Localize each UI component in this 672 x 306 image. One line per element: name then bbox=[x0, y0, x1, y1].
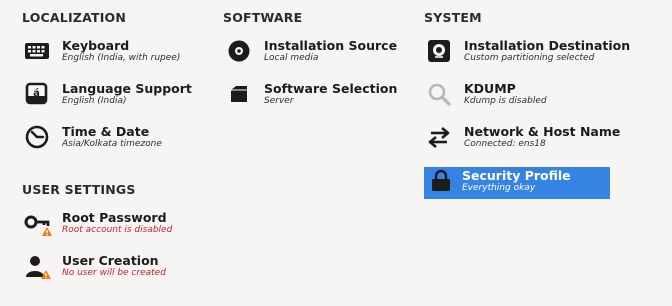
spoke-time-date[interactable]: Time & Date Asia/Kolkata timezone bbox=[24, 124, 204, 156]
key-warning-icon bbox=[24, 210, 52, 238]
spoke-label: KDUMP bbox=[464, 81, 516, 96]
spoke-status: Everything okay bbox=[462, 183, 536, 193]
spoke-status: Server bbox=[264, 96, 294, 106]
spoke-status: Local media bbox=[264, 53, 319, 63]
lock-icon bbox=[428, 168, 456, 196]
spoke-status: English (India) bbox=[62, 96, 127, 106]
spoke-security-profile[interactable]: Security Profile Everything okay bbox=[424, 167, 610, 199]
spoke-status: No user will be created bbox=[62, 268, 166, 278]
spoke-installation-destination[interactable]: Installation Destination Custom partitio… bbox=[426, 38, 630, 70]
section-software: SOFTWARE bbox=[223, 10, 303, 25]
spoke-status: Asia/Kolkata timezone bbox=[62, 139, 162, 149]
spoke-root-password[interactable]: Root Password Root account is disabled bbox=[24, 210, 214, 242]
spoke-software-selection[interactable]: Software Selection Server bbox=[226, 81, 406, 113]
network-arrows-icon bbox=[426, 124, 454, 152]
spoke-language-support[interactable]: á Language Support English (India) bbox=[24, 81, 204, 113]
drive-icon bbox=[426, 38, 454, 66]
magnifier-icon bbox=[426, 81, 454, 109]
spoke-kdump[interactable]: KDUMP Kdump is disabled bbox=[426, 81, 616, 113]
spoke-keyboard[interactable]: Keyboard English (India, with rupee) bbox=[24, 38, 204, 70]
section-system: SYSTEM bbox=[424, 10, 482, 25]
section-user-settings: USER SETTINGS bbox=[22, 182, 136, 197]
spoke-label: Language Support bbox=[62, 81, 192, 96]
spoke-label: Software Selection bbox=[264, 81, 398, 96]
spoke-label: Time & Date bbox=[62, 124, 150, 139]
user-warning-icon bbox=[24, 253, 52, 281]
spoke-label: Root Password bbox=[62, 210, 167, 225]
spoke-label: Installation Source bbox=[264, 38, 398, 53]
svg-text:á: á bbox=[33, 87, 40, 99]
disc-icon bbox=[226, 38, 254, 66]
section-localization: LOCALIZATION bbox=[22, 10, 127, 25]
spoke-status: Connected: ens18 bbox=[464, 139, 546, 149]
spoke-label: Installation Destination bbox=[464, 38, 631, 53]
spoke-installation-source[interactable]: Installation Source Local media bbox=[226, 38, 406, 70]
spoke-label: Security Profile bbox=[462, 168, 571, 183]
spoke-label: User Creation bbox=[62, 253, 159, 268]
package-icon bbox=[226, 81, 254, 109]
spoke-label: Network & Host Name bbox=[464, 124, 621, 139]
keyboard-icon bbox=[24, 38, 52, 66]
spoke-user-creation[interactable]: User Creation No user will be created bbox=[24, 253, 214, 285]
clock-icon bbox=[24, 124, 52, 152]
spoke-status: Root account is disabled bbox=[62, 225, 173, 235]
spoke-status: English (India, with rupee) bbox=[62, 53, 181, 63]
spoke-network-hostname[interactable]: Network & Host Name Connected: ens18 bbox=[426, 124, 620, 156]
spoke-label: Keyboard bbox=[62, 38, 130, 53]
spoke-status: Kdump is disabled bbox=[464, 96, 547, 106]
spoke-status: Custom partitioning selected bbox=[464, 53, 595, 63]
language-icon: á bbox=[24, 81, 52, 109]
